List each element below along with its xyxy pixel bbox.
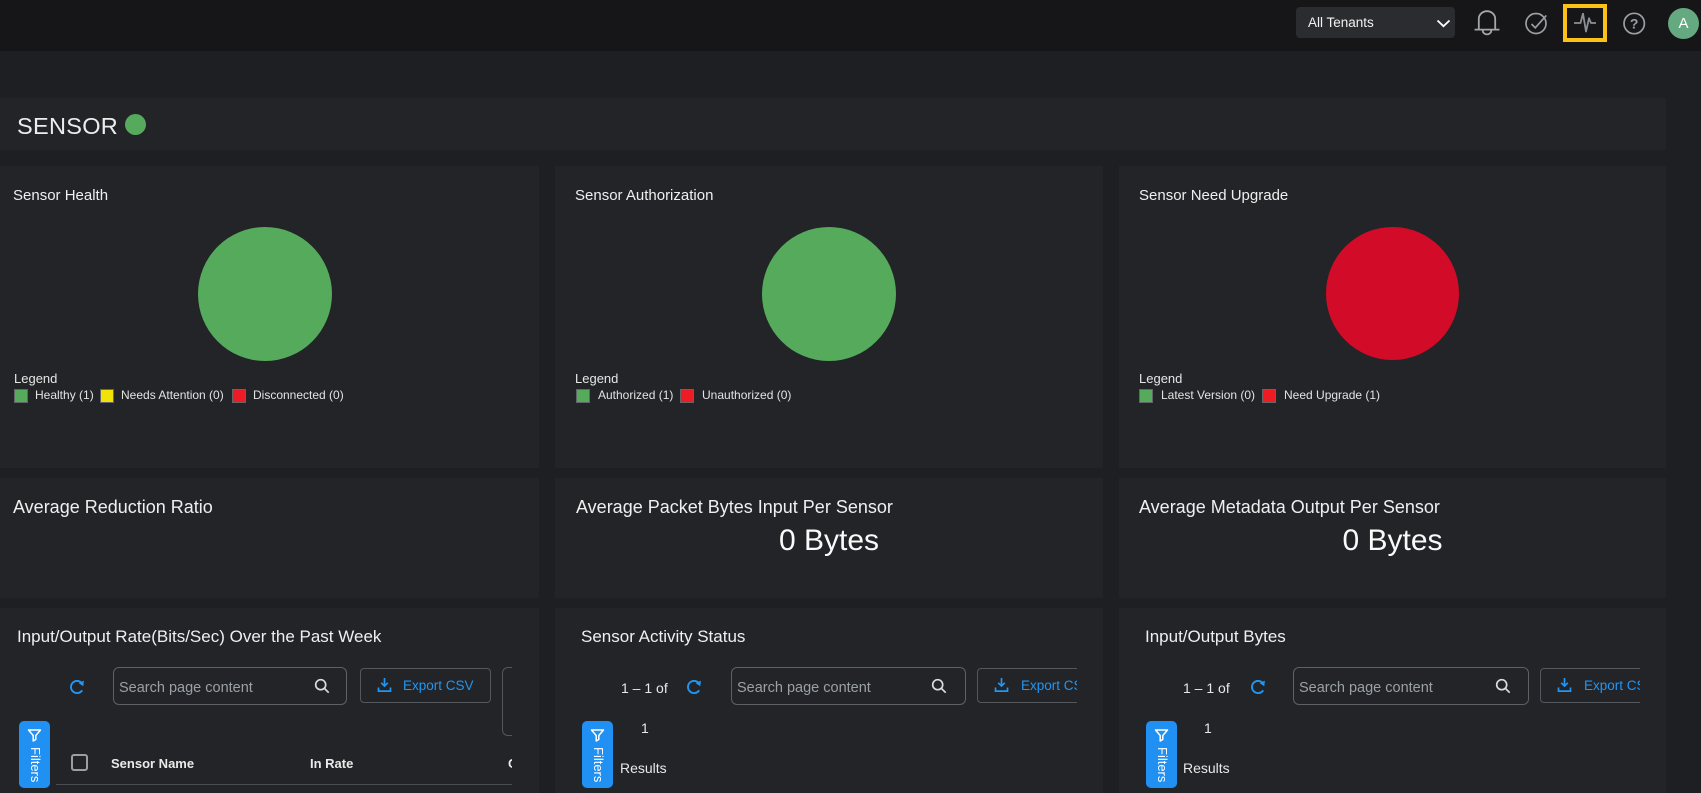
- svg-text:?: ?: [1630, 16, 1639, 32]
